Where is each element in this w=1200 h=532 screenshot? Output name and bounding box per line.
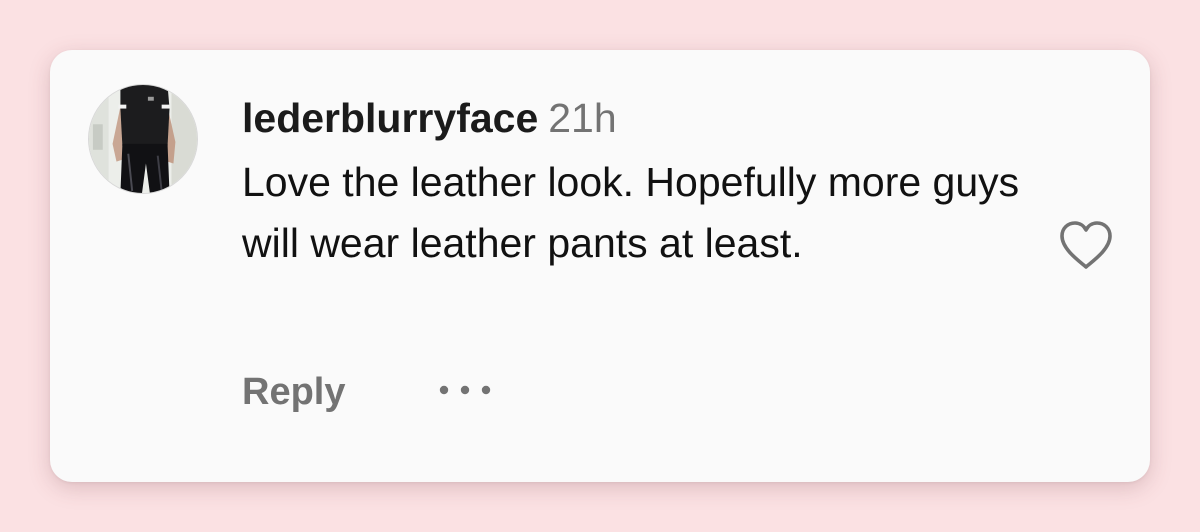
avatar-photo	[89, 85, 197, 193]
comment-header: lederblurryface 21h	[242, 92, 617, 144]
username[interactable]: lederblurryface	[242, 95, 538, 141]
heart-icon[interactable]	[1058, 220, 1114, 272]
comment-text: Love the leather look. Hopefully more gu…	[242, 159, 1020, 266]
comment-card: lederblurryface 21h Love the leather look…	[50, 50, 1150, 482]
timestamp[interactable]: 21h	[548, 95, 616, 141]
user-avatar[interactable]	[88, 84, 198, 194]
more-options-icon[interactable]	[436, 376, 494, 404]
reply-button[interactable]: Reply	[242, 368, 345, 416]
